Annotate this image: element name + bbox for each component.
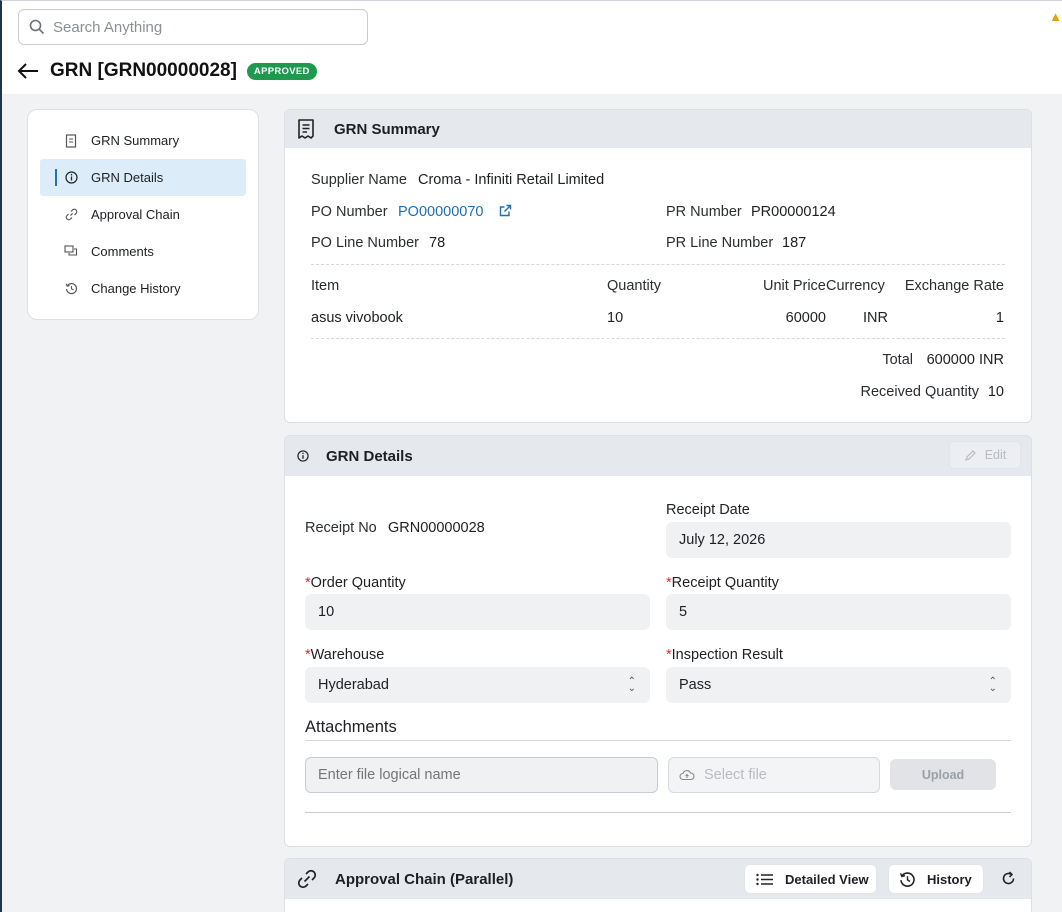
table-cell-quantity: 10 <box>607 310 624 326</box>
list-icon <box>756 873 773 885</box>
sidebar-item-approval-chain[interactable]: Approval Chain <box>40 196 246 233</box>
warehouse-label: *Warehouse <box>305 647 385 663</box>
upload-button[interactable]: Upload <box>890 759 996 790</box>
received-qty-value: 10 <box>987 384 1004 400</box>
search-box[interactable] <box>18 9 368 45</box>
card-title: Approval Chain (Parallel) <box>335 870 514 888</box>
receipt-no-label: Receipt No <box>305 520 377 536</box>
order-qty-label: *Order Quantity <box>305 575 406 591</box>
warehouse-select[interactable]: Hyderabad ⌃ ⌄ <box>305 667 650 703</box>
info-icon <box>64 171 78 185</box>
receipt-date-field[interactable]: July 12, 2026 <box>666 522 1011 558</box>
po-line-value: 78 <box>429 235 446 251</box>
arrow-left-icon <box>17 63 38 79</box>
approval-chain-card: Approval Chain (Parallel) Detailed View … <box>284 858 1032 912</box>
total-label: Total <box>882 352 913 368</box>
table-cell-item: asus vivobook <box>311 310 403 326</box>
received-qty-label: Received Quantity <box>860 384 979 400</box>
supplier-value: Croma - Infiniti Retail Limited <box>418 172 605 188</box>
table-header-unit-price: Unit Price <box>763 278 826 294</box>
table-cell-exchange-rate: 1 <box>995 310 1004 326</box>
history-icon <box>64 282 78 296</box>
sidebar-item-label: Approval Chain <box>91 207 180 222</box>
grn-summary-card: GRN Summary Supplier Name Croma - Infini… <box>284 109 1032 423</box>
sidebar-item-change-history[interactable]: Change History <box>40 270 246 307</box>
status-badge: APPROVED <box>246 62 317 80</box>
order-qty-field[interactable]: 10 <box>305 594 650 630</box>
divider <box>305 740 1011 741</box>
edit-button[interactable]: Edit <box>949 441 1021 469</box>
link-icon <box>297 869 317 889</box>
sidebar-item-comments[interactable]: Comments <box>40 233 246 270</box>
supplier-label: Supplier Name <box>311 172 407 188</box>
receipt-date-label: Receipt Date <box>666 502 750 518</box>
search-icon <box>29 19 45 35</box>
sidebar-item-label: Change History <box>91 281 181 296</box>
receipt-icon <box>64 133 78 148</box>
back-button[interactable] <box>14 57 42 85</box>
pencil-icon <box>964 449 976 461</box>
receipt-qty-label: *Receipt Quantity <box>666 575 779 591</box>
divider <box>305 812 1011 813</box>
po-line-label: PO Line Number <box>311 235 419 251</box>
select-arrows-icon: ⌃ ⌄ <box>988 676 997 694</box>
po-number-label: PO Number <box>311 204 388 220</box>
po-number-link[interactable]: PO00000070 <box>398 204 483 220</box>
info-icon <box>297 450 309 462</box>
select-arrows-icon: ⌃ ⌄ <box>627 676 636 694</box>
card-title: GRN Details <box>326 447 413 465</box>
card-title: GRN Summary <box>334 120 440 138</box>
table-header-item: Item <box>311 278 340 294</box>
attachments-heading: Attachments <box>305 718 397 736</box>
cloud-upload-icon <box>679 770 695 781</box>
total-value: 600000 INR <box>926 352 1004 368</box>
table-cell-unit-price: 60000 <box>785 310 826 326</box>
inspection-label: *Inspection Result <box>666 647 783 663</box>
link-icon <box>64 208 78 222</box>
sidebar-item-grn-summary[interactable]: GRN Summary <box>40 122 246 159</box>
history-icon <box>899 871 915 887</box>
table-header-quantity: Quantity <box>607 278 661 294</box>
comments-icon <box>64 245 78 259</box>
table-cell-currency: INR <box>863 310 888 326</box>
sidebar-item-label: GRN Summary <box>91 133 180 148</box>
divider <box>311 264 1005 265</box>
pr-line-value: 187 <box>782 235 807 251</box>
top-bar: ▲ GRN [GRN00000028] APPROVED <box>0 0 1062 94</box>
pr-number-value: PR00000124 <box>751 204 836 220</box>
sidebar-item-grn-details[interactable]: GRN Details <box>40 159 246 196</box>
card-header: Approval Chain (Parallel) Detailed View … <box>285 859 1031 899</box>
select-file-button[interactable]: Select file <box>668 757 880 793</box>
section-nav: GRN Summary GRN Details Approval Chain C… <box>27 109 259 320</box>
grn-details-card: GRN Details Edit Receipt No GRN00000028 … <box>284 435 1032 847</box>
refresh-icon[interactable] <box>1001 871 1016 891</box>
external-link-icon[interactable] <box>499 204 512 222</box>
detailed-view-button[interactable]: Detailed View <box>744 864 877 894</box>
inspection-select[interactable]: Pass ⌃ ⌄ <box>666 667 1011 703</box>
sidebar-item-label: Comments <box>91 244 154 259</box>
pr-line-label: PR Line Number <box>666 235 774 251</box>
card-header: GRN Details Edit <box>285 436 1031 476</box>
receipt-icon <box>298 119 314 139</box>
sidebar-item-label: GRN Details <box>91 170 164 185</box>
divider <box>311 338 1005 339</box>
page-title: GRN [GRN00000028] <box>50 60 237 81</box>
table-header-currency: Currency <box>826 278 885 294</box>
left-edge <box>0 94 2 912</box>
edit-label: Edit <box>984 448 1007 462</box>
file-name-input[interactable] <box>305 757 658 793</box>
receipt-no-value: GRN00000028 <box>388 520 485 536</box>
receipt-qty-field[interactable]: 5 <box>666 594 1011 630</box>
warning-icon[interactable]: ▲ <box>1049 9 1062 24</box>
pr-number-label: PR Number <box>666 204 742 220</box>
card-header: GRN Summary <box>285 110 1031 148</box>
history-button[interactable]: History <box>888 864 984 894</box>
search-input[interactable] <box>53 18 343 36</box>
table-header-exchange-rate: Exchange Rate <box>904 278 1004 294</box>
